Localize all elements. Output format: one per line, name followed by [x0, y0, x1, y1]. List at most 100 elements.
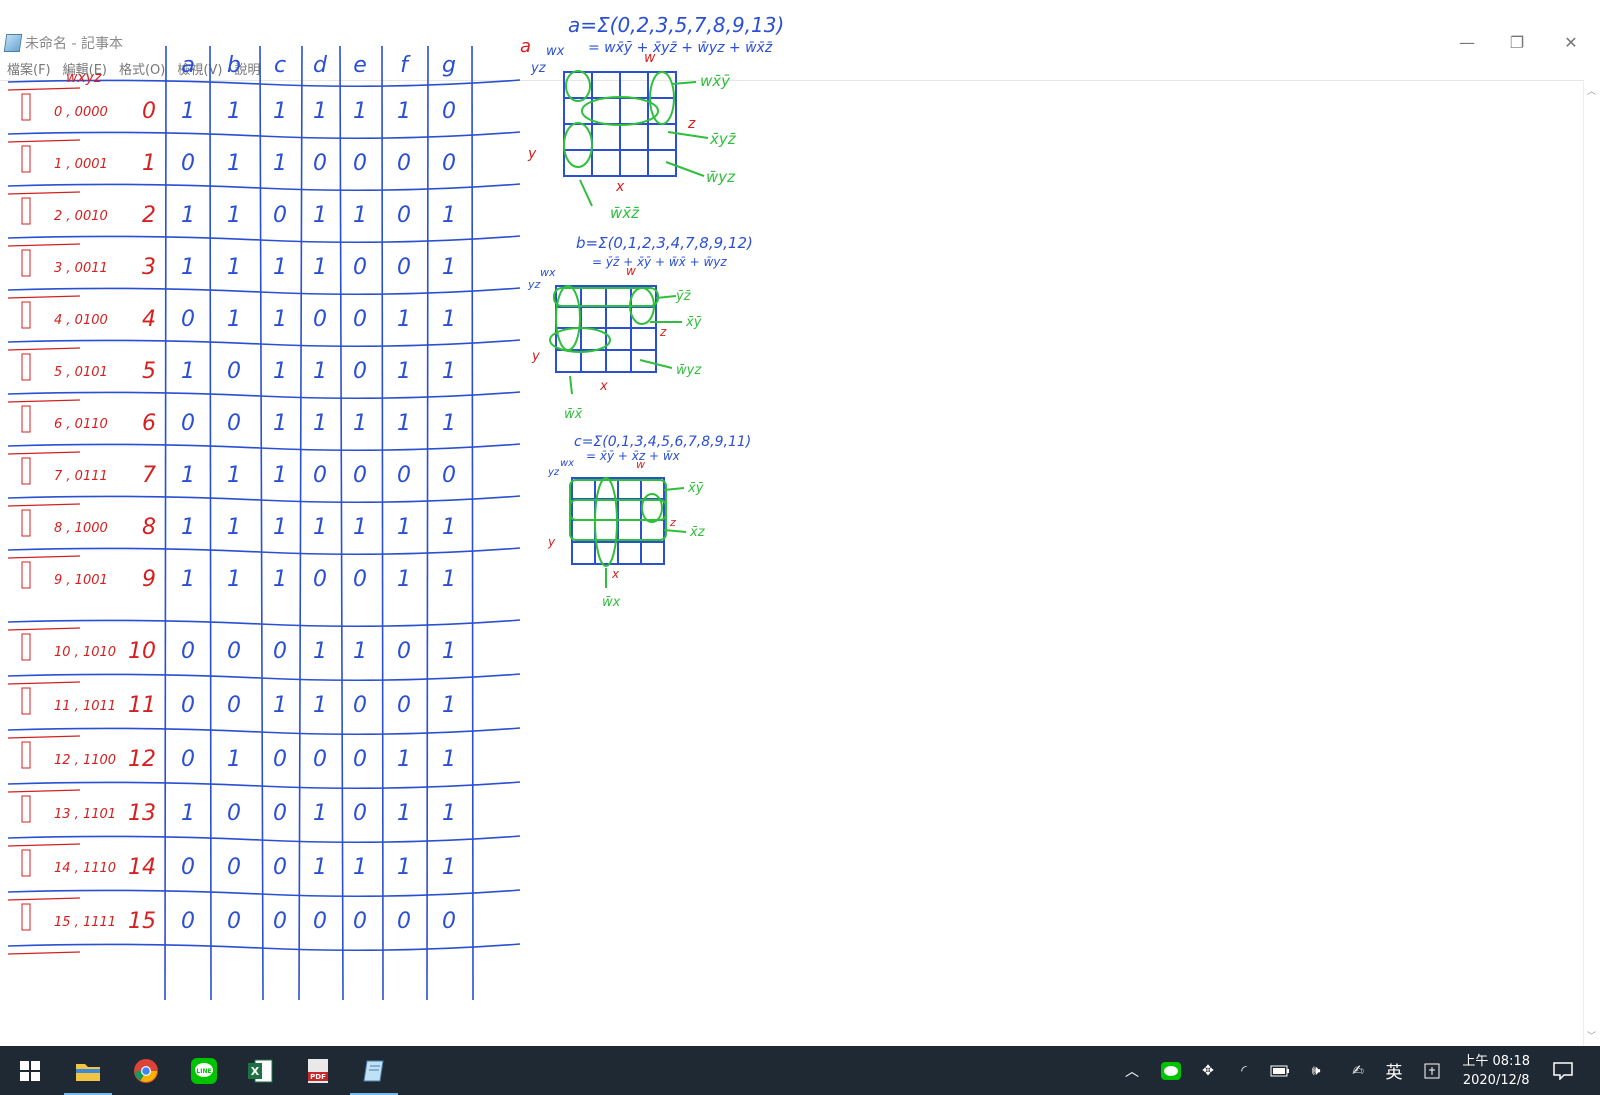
tray-pen[interactable]: ✍ [1344, 1046, 1372, 1095]
table-column-line [471, 45, 474, 1001]
table-row-digit: 7 [142, 463, 156, 488]
table-row-input: 14 , 1110 [54, 861, 116, 876]
kmap-a-minterms: a=Σ(0,2,3,5,7,8,9,13) [568, 13, 784, 37]
table-header-segment: f [400, 53, 411, 78]
taskbar-line[interactable]: LINE [176, 1046, 232, 1095]
segment-doodle [21, 249, 31, 277]
table-cell: 0 [397, 255, 411, 280]
kmap-b-corner-yz: yz [527, 278, 541, 291]
table-row-input: 0 , 0000 [54, 105, 108, 120]
table-column-line [209, 45, 212, 1001]
tray-volume[interactable]: 🕪 [1302, 1046, 1330, 1095]
table-cell: 1 [227, 255, 241, 280]
taskbar-chrome[interactable] [118, 1046, 174, 1095]
dropbox-icon: ✥ [1202, 1062, 1214, 1079]
kmap-b-arrows [569, 295, 682, 395]
table-cell: 0 [353, 747, 367, 772]
table-row-digit: 0 [142, 99, 156, 124]
table-cell: 0 [397, 151, 411, 176]
table-header-segment: d [313, 53, 328, 78]
table-row-digit: 11 [128, 693, 156, 718]
kmap-c-term-1: x̄ȳ [687, 481, 704, 496]
taskbar-pdf[interactable]: PDF [290, 1046, 346, 1095]
table-row-line [7, 235, 521, 244]
table-header-segment: a [181, 53, 194, 78]
table-cell: 0 [353, 801, 367, 826]
table-cell: 0 [273, 639, 287, 664]
table-row-digit: 8 [142, 515, 156, 540]
table-row-line [7, 131, 521, 140]
table-row-underline [7, 555, 81, 559]
show-hidden-icons[interactable]: ︿ [1120, 1046, 1144, 1095]
table-row-underline [7, 191, 81, 195]
taskbar-file-explorer[interactable] [60, 1046, 116, 1095]
segment-doodle [21, 561, 31, 589]
table-row-underline [7, 735, 81, 739]
kmap-c-z: z [669, 516, 676, 529]
table-cell: 1 [397, 801, 411, 826]
table-column-line [164, 45, 167, 1001]
table-row-input: 3 , 0011 [54, 261, 108, 276]
ime-indicator[interactable]: 英 [1380, 1046, 1408, 1095]
taskbar-clock[interactable]: 上午 08:18 2020/12/8 [1462, 1052, 1530, 1090]
table-cell: 0 [353, 359, 367, 384]
kmap-a-term-2: x̄yz̄ [709, 130, 737, 148]
kmap-b-term-1: ȳz̄ [675, 289, 692, 304]
table-cell: 0 [313, 909, 327, 934]
chrome-icon [134, 1058, 158, 1083]
action-center-button[interactable] [1548, 1046, 1578, 1095]
table-cell: 1 [313, 411, 327, 436]
segment-doodle [21, 509, 31, 537]
table-cell: 1 [181, 203, 195, 228]
tray-line[interactable] [1156, 1046, 1186, 1095]
table-row-input: 7 , 0111 [54, 469, 108, 484]
table-header-segment: g [442, 53, 456, 78]
tray-network[interactable]: ◜ [1230, 1046, 1258, 1095]
tray-battery[interactable] [1266, 1046, 1294, 1095]
table-cell: 0 [353, 151, 367, 176]
table-row-input: 8 , 1000 [54, 521, 108, 536]
clock-date: 2020/12/8 [1462, 1073, 1530, 1088]
table-cell: 1 [397, 515, 411, 540]
table-cell: 0 [313, 307, 327, 332]
table-row-digit: 1 [142, 151, 156, 176]
table-cell: 1 [442, 515, 456, 540]
tray-input-mode[interactable] [1418, 1046, 1446, 1095]
table-cell: 0 [273, 855, 287, 880]
taskbar: LINE X PDF ︿ ✥ ◜ 🕪 ✍ 英 上午 08:18 2020/12/… [0, 1046, 1600, 1095]
table-cell: 0 [181, 411, 195, 436]
taskbar-notepad[interactable] [346, 1046, 402, 1095]
taskbar-excel[interactable]: X [232, 1046, 288, 1095]
table-row-input: 1 , 0001 [54, 157, 108, 172]
table-cell: 1 [181, 515, 195, 540]
segment-doodle [21, 633, 31, 661]
table-cell: 1 [273, 255, 287, 280]
table-row-line [7, 495, 521, 504]
table-header-segment: c [274, 53, 286, 78]
segment-doodle [21, 849, 31, 877]
pen-icon: ✍ [1352, 1062, 1364, 1079]
table-row-input: 15 , 1111 [54, 915, 116, 930]
table-cell: 1 [353, 639, 367, 664]
table-cell: 1 [181, 359, 195, 384]
kmap-a-z: z [687, 116, 696, 132]
table-cell: 1 [442, 203, 456, 228]
kmap-b-x: x [599, 379, 608, 394]
tray-dropbox[interactable]: ✥ [1194, 1046, 1222, 1095]
table-cell: 0 [353, 909, 367, 934]
table-row-underline [7, 789, 81, 793]
table-cell: 0 [227, 411, 241, 436]
table-row-digit: 12 [128, 747, 156, 772]
segment-doodle [21, 353, 31, 381]
table-column-line [339, 45, 344, 1001]
table-header-inputs: wxyz [66, 70, 102, 86]
segment-doodle [21, 687, 31, 715]
table-cell: 0 [397, 909, 411, 934]
table-row-input: 5 , 0101 [54, 365, 108, 380]
handwriting-canvas: wxyz a b c d e f g0 , 0000 0 1 1 1 1 1 1 01 , 0001 1 0 1 1 0… [7, 13, 784, 1001]
segment-doodle [21, 197, 31, 225]
svg-text:LINE: LINE [196, 1068, 211, 1075]
start-button[interactable] [2, 1046, 58, 1095]
segment-doodle [21, 457, 31, 485]
table-row-line [7, 391, 521, 400]
